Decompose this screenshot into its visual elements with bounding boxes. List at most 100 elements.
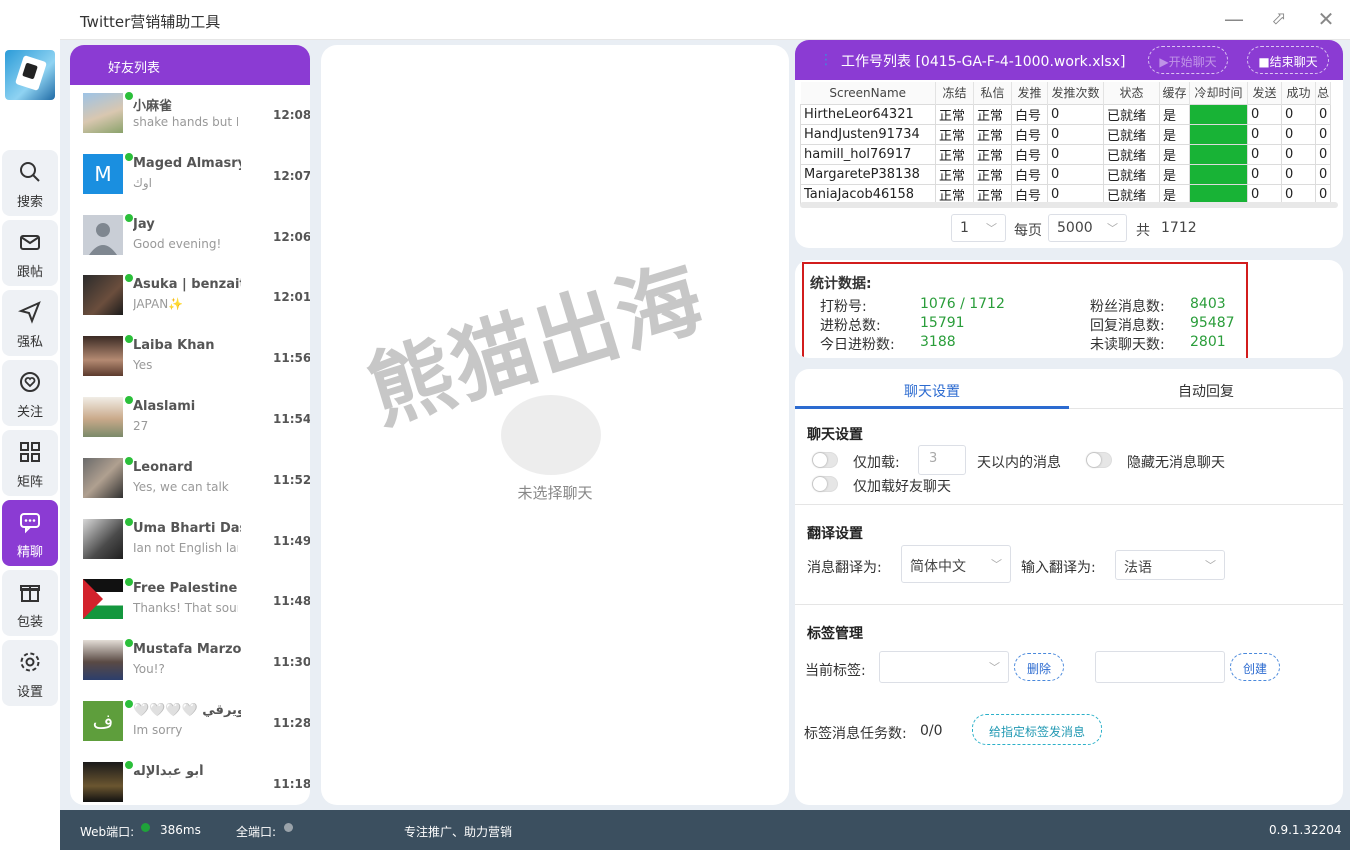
close-button[interactable]: ✕ bbox=[1315, 8, 1337, 30]
friend-item[interactable]: أبو عبدالإله 11:18 bbox=[70, 754, 310, 805]
column-header[interactable]: 私信 bbox=[973, 82, 1012, 104]
end-chat-button[interactable]: ■结束聊天 bbox=[1247, 46, 1329, 74]
app-title: Twitter营销辅助工具 bbox=[80, 13, 221, 31]
nav-label: 跟帖 bbox=[16, 265, 43, 280]
chevron-down-icon: ﹀ bbox=[1107, 222, 1118, 235]
nav-search[interactable]: 搜索 bbox=[2, 150, 58, 216]
delete-tag-button[interactable]: 删除 bbox=[1014, 653, 1064, 681]
work-account-header: ⋮ 工作号列表 [0415-GA-F-4-1000.work.xlsx] ▶开始… bbox=[795, 40, 1343, 80]
online-dot bbox=[125, 456, 133, 465]
table-cell: 已就绪 bbox=[1103, 163, 1160, 185]
nav-direct-message[interactable]: 强私 bbox=[2, 290, 58, 356]
friend-time: 11:52 bbox=[273, 472, 310, 487]
section-title: 翻译设置 bbox=[807, 526, 863, 542]
friend-last-message: Yes, we can talk bbox=[133, 479, 229, 494]
table-cell: 0 bbox=[1281, 103, 1316, 125]
friend-item[interactable]: Free Palestine Thanks! That sounc 11:48 bbox=[70, 571, 310, 632]
friend-item[interactable]: Mustafa Marzok You!? 11:30 bbox=[70, 632, 310, 693]
minimize-button[interactable]: — bbox=[1223, 8, 1245, 30]
friends-only-toggle[interactable] bbox=[812, 476, 838, 492]
friend-time: 12:07 bbox=[273, 168, 310, 183]
table-row[interactable]: TaniaJacob46158 正常 正常 白号 0 已就绪是 0 0 0 bbox=[800, 183, 1332, 205]
table-cell: 0 bbox=[1314, 143, 1332, 165]
nav-follow-post[interactable]: 跟帖 bbox=[2, 220, 58, 286]
column-header[interactable]: 缓存 bbox=[1159, 82, 1190, 104]
work-account-table: ScreenName 冻结 私信 发推 发推次数 状态 缓存 冷却时间 发送 成… bbox=[800, 82, 1332, 205]
days-suffix-label: 天以内的消息 bbox=[977, 455, 1061, 471]
message-translate-select[interactable]: 简体中文 ﹀ bbox=[901, 545, 1011, 583]
stat-label: 进粉总数: bbox=[820, 318, 881, 334]
table-cell: 0 bbox=[1281, 143, 1316, 165]
maximize-button[interactable]: ⬀ bbox=[1268, 8, 1290, 30]
friend-item[interactable]: Alaslami 27 11:54 bbox=[70, 389, 310, 450]
nav-follow[interactable]: 关注 bbox=[2, 360, 58, 426]
title-bar: Twitter营销辅助工具 — ⬀ ✕ bbox=[60, 0, 1350, 40]
column-header[interactable]: 冻结 bbox=[935, 82, 974, 104]
nav-chat[interactable]: 精聊 bbox=[2, 500, 58, 566]
per-page-select[interactable]: 5000 ﹀ bbox=[1048, 214, 1127, 242]
work-account-panel: ⋮ 工作号列表 [0415-GA-F-4-1000.work.xlsx] ▶开始… bbox=[795, 40, 1343, 248]
tab-chat-settings[interactable]: 聊天设置 bbox=[795, 369, 1069, 409]
table-cell: 0 bbox=[1047, 163, 1104, 185]
nav-package[interactable]: 包装 bbox=[2, 570, 58, 636]
horizontal-scrollbar[interactable] bbox=[800, 202, 1338, 208]
nav-matrix[interactable]: 矩阵 bbox=[2, 430, 58, 496]
days-input[interactable]: 3 bbox=[918, 445, 966, 475]
stat-label: 未读聊天数: bbox=[1090, 337, 1165, 353]
friend-item[interactable]: M Maged Almasry اوك 12:07 bbox=[70, 146, 310, 207]
input-translate-select[interactable]: 法语 ﹀ bbox=[1115, 550, 1225, 580]
table-row[interactable]: hamill_hol76917 正常 正常 白号 0 已就绪是 0 0 0 bbox=[800, 143, 1332, 165]
table-cell: 0 bbox=[1281, 123, 1316, 145]
table-cell: 已就绪 bbox=[1103, 103, 1160, 125]
cooldown-cell bbox=[1189, 183, 1248, 205]
friend-item[interactable]: Leonard Yes, we can talk 11:52 bbox=[70, 450, 310, 511]
stat-value: 3188 bbox=[920, 334, 956, 350]
table-row[interactable]: HirtheLeor64321 正常 正常 白号 0 已就绪是 0 0 0 bbox=[800, 103, 1332, 125]
new-tag-input[interactable] bbox=[1095, 651, 1225, 683]
column-header[interactable]: 成功 bbox=[1281, 82, 1316, 104]
friend-item[interactable]: 小麻雀 shake hands but I r 12:08 bbox=[70, 85, 310, 146]
table-cell: 白号 bbox=[1011, 163, 1048, 185]
friend-item[interactable]: Uma Bharti Dasi Ian not English lang 11:… bbox=[70, 511, 310, 572]
friend-name: Mustafa Marzok bbox=[133, 642, 241, 658]
friend-last-message: اوك bbox=[133, 175, 153, 190]
friend-item[interactable]: Jay Good evening! 12:06 bbox=[70, 207, 310, 268]
nav-settings[interactable]: 设置 bbox=[2, 640, 58, 706]
table-cell: 已就绪 bbox=[1103, 143, 1160, 165]
stat-value: 15791 bbox=[920, 315, 965, 331]
page-select[interactable]: 1 ﹀ bbox=[951, 214, 1006, 242]
online-dot bbox=[125, 92, 133, 100]
friend-last-message: shake hands but I r bbox=[133, 115, 238, 129]
start-chat-button[interactable]: ▶开始聊天 bbox=[1148, 46, 1228, 74]
table-cell: 0 bbox=[1247, 143, 1282, 165]
online-dot bbox=[125, 699, 133, 708]
load-only-toggle[interactable] bbox=[812, 452, 838, 468]
friend-name: Laiba Khan bbox=[133, 338, 215, 354]
section-title: 标签管理 bbox=[807, 626, 863, 642]
input-translate-label: 输入翻译为: bbox=[1021, 560, 1096, 576]
statistics-highlight-box: 统计数据: 打粉号: 1076 / 1712 进粉总数: 15791 今日进粉数… bbox=[802, 262, 1248, 358]
column-header[interactable]: 总 bbox=[1315, 82, 1332, 104]
nav-label: 精聊 bbox=[16, 545, 43, 560]
column-header[interactable]: 发送 bbox=[1247, 82, 1282, 104]
tab-auto-reply[interactable]: 自动回复 bbox=[1069, 369, 1343, 409]
table-cell: 0 bbox=[1314, 123, 1332, 145]
friend-name: أبو عبدالإله bbox=[133, 763, 204, 779]
column-header[interactable]: 发推 bbox=[1011, 82, 1048, 104]
column-header[interactable]: ScreenName bbox=[800, 82, 936, 104]
table-row[interactable]: MargareteP38138 正常 正常 白号 0 已就绪是 0 0 0 bbox=[800, 163, 1332, 185]
column-header[interactable]: 发推次数 bbox=[1047, 82, 1104, 104]
send-tag-message-button[interactable]: 给指定标签发消息 bbox=[972, 714, 1102, 745]
friend-item[interactable]: Laiba Khan Yes 11:56 bbox=[70, 328, 310, 389]
current-tag-select[interactable]: ﹀ bbox=[879, 651, 1009, 683]
chat-settings-section: 聊天设置 仅加载: 3 天以内的消息 隐藏无消息聊天 仅加载好友聊天 bbox=[795, 409, 1343, 505]
column-header[interactable]: 冷却时间 bbox=[1189, 82, 1248, 104]
table-row[interactable]: HandJusten91734 正常 正常 白号 0 已就绪是 0 0 0 bbox=[800, 123, 1332, 145]
friend-item[interactable]: Asuka | benzaiter JAPAN✨ 12:01 bbox=[70, 267, 310, 328]
hide-no-message-toggle[interactable] bbox=[1086, 452, 1112, 468]
create-tag-button[interactable]: 创建 bbox=[1230, 653, 1280, 681]
friend-name: Asuka | benzaiter bbox=[133, 277, 241, 293]
column-header[interactable]: 状态 bbox=[1103, 82, 1160, 104]
table-cell: 正常 bbox=[973, 103, 1012, 125]
friend-item[interactable]: ف 🤍🤍🤍🤍 طويرقي Im sorry 11:28 bbox=[70, 693, 310, 754]
